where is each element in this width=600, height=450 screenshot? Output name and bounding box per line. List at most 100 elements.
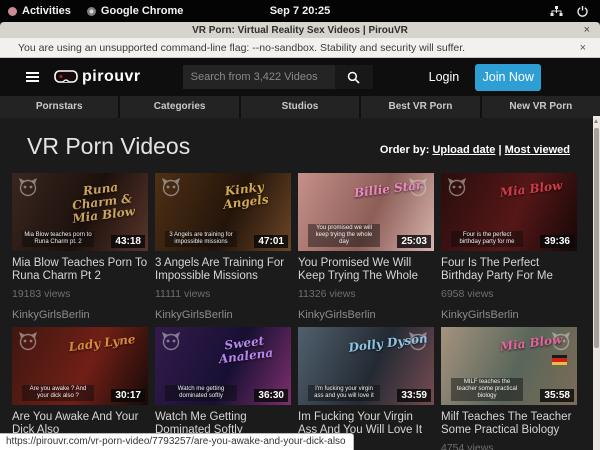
search-icon	[347, 71, 360, 84]
video-views: 4754 views	[441, 442, 577, 450]
power-icon[interactable]	[577, 6, 588, 17]
video-card: Dolly Dyson I'm fucking your virgin ass …	[298, 327, 434, 450]
video-card: Lady Lyne Are you awake ? And your dick …	[12, 327, 148, 450]
infobar-message: You are using an unsupported command-lin…	[0, 42, 465, 54]
infobar-close-icon[interactable]: ×	[580, 42, 600, 54]
video-thumbnail[interactable]: Dolly Dyson I'm fucking your virgin ass …	[298, 327, 434, 405]
studio-catmask-icon	[18, 331, 38, 351]
network-icon[interactable]	[550, 6, 563, 17]
thumbnail-performer-name: Billie Star	[345, 178, 430, 201]
video-views: 11326 views	[298, 288, 434, 300]
video-card: Kinky Angels 3 Angels are training for i…	[155, 173, 291, 321]
studio-catmask-icon	[18, 177, 38, 197]
site-logo-text: pirouvr	[82, 68, 141, 86]
video-views: 19183 views	[12, 288, 148, 300]
thumbnail-performer-name: Mia Blow	[488, 332, 573, 355]
nav-item-pornstars[interactable]: Pornstars	[0, 96, 118, 118]
nav-item-best-vr[interactable]: Best VR Porn	[361, 96, 479, 118]
scrollbar-thumb[interactable]	[594, 128, 599, 348]
page-viewport: pirouvr Login Join Now Pornstars Categor…	[0, 58, 600, 450]
video-duration-badge: 33:59	[397, 389, 431, 402]
thumbnail-caption: I'm fucking your virgin ass and you will…	[308, 385, 380, 401]
video-studio-link[interactable]: KinkyGirlsBerlin	[298, 309, 434, 321]
video-studio-link[interactable]: KinkyGirlsBerlin	[441, 309, 577, 321]
tab-close-icon[interactable]: ×	[584, 24, 600, 36]
studio-catmask-icon	[161, 331, 181, 351]
activities-icon	[8, 7, 17, 16]
taskbar-app-label: Google Chrome	[101, 5, 184, 17]
studio-catmask-icon	[161, 177, 181, 197]
order-by-controls: Order by: Upload date | Most viewed	[380, 144, 570, 160]
video-duration-badge: 35:58	[540, 389, 574, 402]
menu-hamburger-icon[interactable]	[26, 70, 39, 84]
order-by-label: Order by:	[380, 144, 430, 156]
browser-title-bar: VR Porn: Virtual Reality Sex Videos | Pi…	[0, 22, 600, 38]
search-input[interactable]	[183, 65, 335, 89]
site-header: pirouvr Login Join Now	[0, 58, 600, 96]
video-duration-badge: 25:03	[397, 235, 431, 248]
nav-item-studios[interactable]: Studios	[241, 96, 359, 118]
video-thumbnail[interactable]: Billie Star You promised we will keep tr…	[298, 173, 434, 251]
thumbnail-caption: Are you awake ? And your dick also ?	[22, 385, 94, 401]
video-title[interactable]: 3 Angels Are Training For Impossible Mis…	[155, 257, 291, 282]
video-thumbnail[interactable]: Kinky Angels 3 Angels are training for i…	[155, 173, 291, 251]
thumbnail-caption: You promised we will keep trying the who…	[308, 224, 380, 247]
chrome-icon	[87, 7, 96, 16]
video-duration-badge: 43:18	[111, 235, 145, 248]
order-upload-date-link[interactable]: Upload date	[432, 144, 495, 156]
thumbnail-caption: Mia Blow teaches porn to Runa Charm pt. …	[22, 231, 94, 247]
status-bar-url: https://pirouvr.com/vr-porn-video/779325…	[0, 433, 354, 450]
video-thumbnail[interactable]: Sweet Analena Watch me getting dominated…	[155, 327, 291, 405]
video-card: Billie Star You promised we will keep tr…	[298, 173, 434, 321]
site-logo[interactable]: pirouvr	[54, 68, 141, 86]
nav-item-new-vr[interactable]: New VR Porn	[482, 96, 600, 118]
video-views: 6958 views	[441, 288, 577, 300]
thumbnail-performer-name: Runa Charm & Mia Blow	[58, 178, 146, 227]
thumbnail-caption: Four is the perfect birthday party for m…	[451, 231, 523, 247]
video-views: 11111 views	[155, 288, 291, 300]
thumbnail-performer-name: Mia Blow	[488, 178, 573, 201]
video-title[interactable]: Milf Teaches The Teacher Some Practical …	[441, 411, 577, 436]
search-bar	[183, 65, 373, 89]
thumbnail-performer-name: Sweet Analena	[201, 332, 288, 368]
chrome-infobar: You are using an unsupported command-lin…	[0, 38, 600, 58]
search-button[interactable]	[335, 65, 373, 89]
video-studio-link[interactable]: KinkyGirlsBerlin	[155, 309, 291, 321]
video-title[interactable]: Four Is The Perfect Birthday Party For M…	[441, 257, 577, 282]
video-thumbnail[interactable]: Lady Lyne Are you awake ? And your dick …	[12, 327, 148, 405]
thumbnail-caption: Watch me getting dominated softly	[165, 385, 237, 401]
thumbnail-performer-name: Dolly Dyson	[345, 332, 430, 355]
page-scrollbar[interactable]	[593, 116, 600, 450]
browser-tab-title: VR Porn: Virtual Reality Sex Videos | Pi…	[0, 25, 600, 36]
video-title[interactable]: You Promised We Will Keep Trying The Who…	[298, 257, 434, 282]
video-title[interactable]: Mia Blow Teaches Porn To Runa Charm Pt 2	[12, 257, 148, 282]
taskbar-app-chrome[interactable]: Google Chrome	[79, 0, 192, 22]
video-thumbnail[interactable]: Mia Blow MILF teaches the teacher some p…	[441, 327, 577, 405]
scrollbar-up-arrow[interactable]	[594, 119, 598, 123]
video-grid: Runa Charm & Mia Blow Mia Blow teaches p…	[12, 173, 578, 450]
join-now-button[interactable]: Join Now	[475, 64, 541, 91]
video-card: Runa Charm & Mia Blow Mia Blow teaches p…	[12, 173, 148, 321]
video-card: Sweet Analena Watch me getting dominated…	[155, 327, 291, 450]
thumbnail-performer-name: Lady Lyne	[59, 332, 144, 355]
video-thumbnail[interactable]: Runa Charm & Mia Blow Mia Blow teaches p…	[12, 173, 148, 251]
order-most-viewed-link[interactable]: Most viewed	[505, 144, 570, 156]
video-duration-badge: 36:30	[254, 389, 288, 402]
studio-catmask-icon	[551, 331, 571, 351]
studio-catmask-icon	[408, 177, 428, 197]
order-separator: |	[495, 144, 504, 156]
studio-catmask-icon	[408, 331, 428, 351]
video-duration-badge: 47:01	[254, 235, 288, 248]
activities-button[interactable]: Activities	[0, 0, 79, 22]
video-duration-badge: 39:36	[540, 235, 574, 248]
nav-item-categories[interactable]: Categories	[120, 96, 238, 118]
main-nav: Pornstars Categories Studios Best VR Por…	[0, 96, 600, 118]
video-duration-badge: 30:17	[111, 389, 145, 402]
video-studio-link[interactable]: KinkyGirlsBerlin	[12, 309, 148, 321]
login-link[interactable]: Login	[429, 70, 460, 84]
activities-label: Activities	[22, 5, 71, 17]
german-flag-icon	[552, 355, 567, 365]
video-thumbnail[interactable]: Mia Blow Four is the perfect birthday pa…	[441, 173, 577, 251]
thumbnail-performer-name: Kinky Angels	[201, 178, 288, 214]
thumbnail-caption: 3 Angels are training for impossible mis…	[165, 231, 237, 247]
